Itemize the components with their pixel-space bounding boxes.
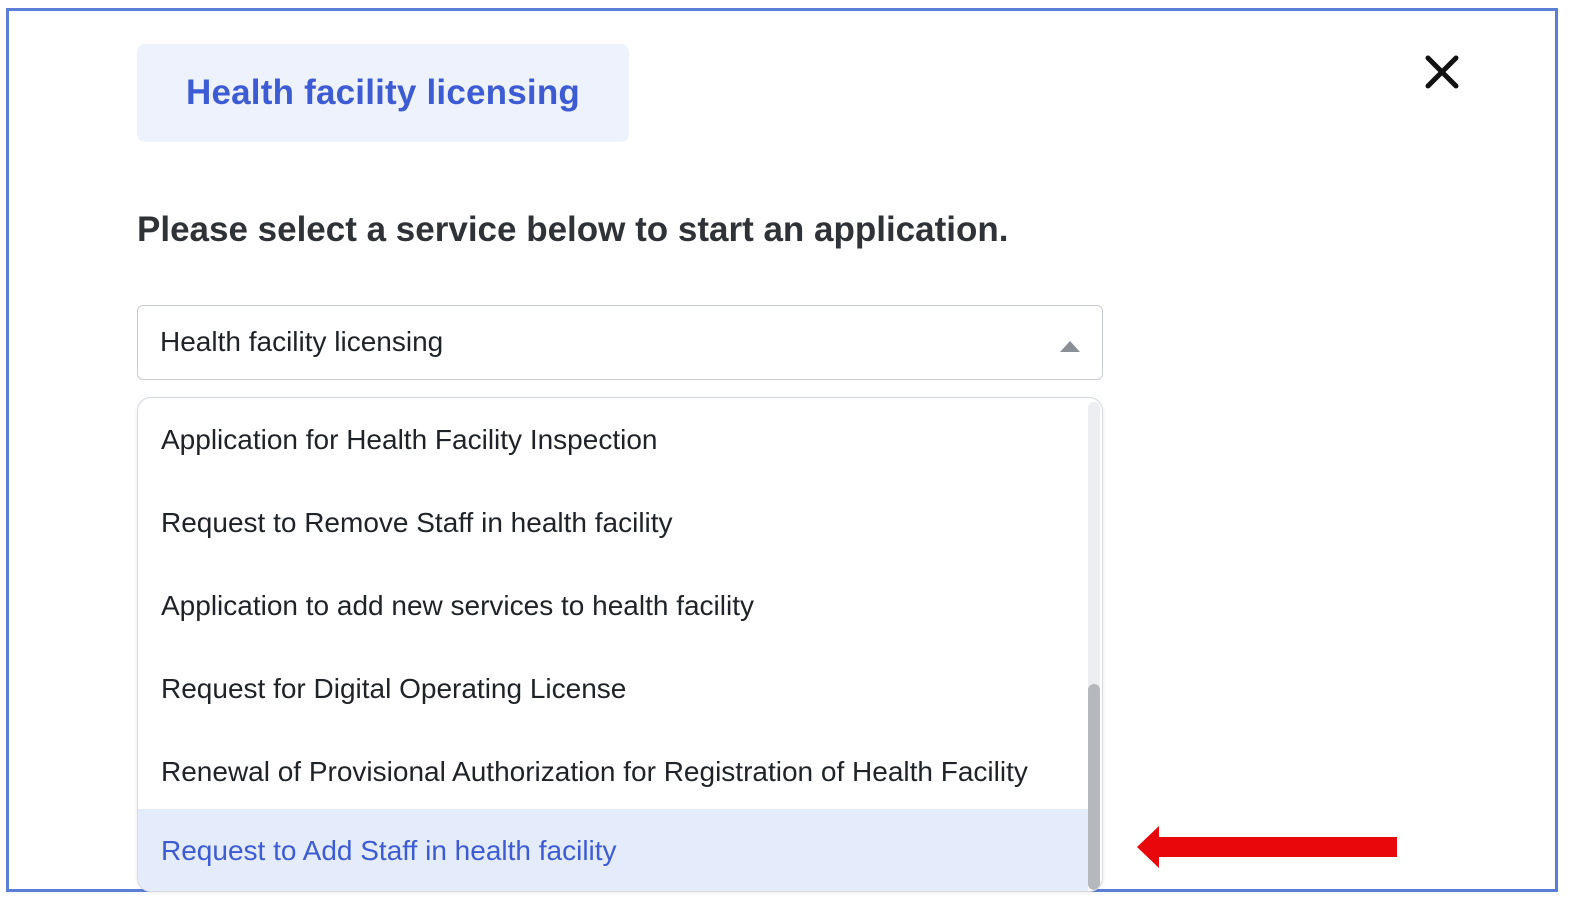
option-renewal-provisional-authorization[interactable]: Renewal of Provisional Authorization for… xyxy=(138,730,1088,813)
caret-up-icon xyxy=(1060,341,1080,352)
dropdown-scrollbar[interactable] xyxy=(1088,402,1100,890)
option-remove-staff[interactable]: Request to Remove Staff in health facili… xyxy=(138,481,1088,564)
option-health-facility-inspection[interactable]: Application for Health Facility Inspecti… xyxy=(138,398,1088,481)
service-category-chip: Health facility licensing xyxy=(137,44,629,142)
close-button[interactable] xyxy=(1420,50,1464,94)
scrollbar-thumb[interactable] xyxy=(1088,684,1100,890)
option-add-new-services[interactable]: Application to add new services to healt… xyxy=(138,564,1088,647)
select-current-value: Health facility licensing xyxy=(160,326,444,357)
option-digital-operating-license[interactable]: Request for Digital Operating License xyxy=(138,647,1088,730)
service-dropdown-list[interactable]: Application for Health Facility Inspecti… xyxy=(137,397,1103,892)
service-select[interactable]: Health facility licensing xyxy=(137,305,1103,380)
option-add-staff[interactable]: Request to Add Staff in health facility xyxy=(138,809,1088,891)
instruction-text: Please select a service below to start a… xyxy=(137,210,1009,249)
close-icon xyxy=(1425,55,1459,89)
red-arrow-icon xyxy=(1137,826,1397,868)
modal-title: Health facility licensing xyxy=(186,73,580,112)
